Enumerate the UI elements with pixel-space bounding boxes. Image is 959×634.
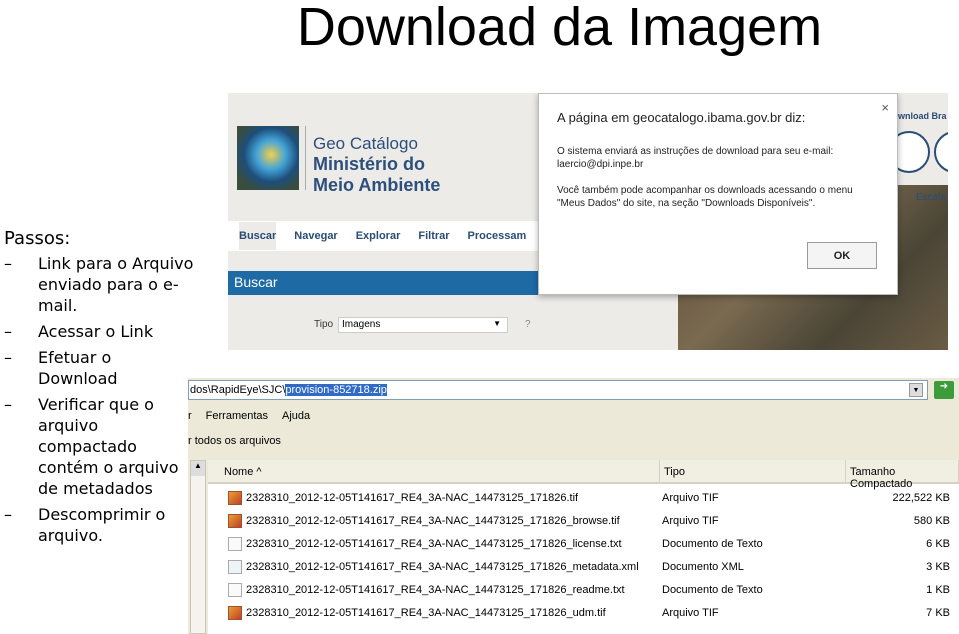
txt-file-icon [228,582,242,597]
step-item: Link para o Arquivo enviado para o e-mai… [4,253,194,316]
file-type: Arquivo TIF [662,514,719,527]
file-size: 3 KB [926,560,950,573]
step-item: Acessar o Link [4,321,194,342]
extract-all-button[interactable]: r todos os arquivos [188,435,281,447]
file-type: Documento de Texto [662,537,763,550]
tif-file-icon [228,605,242,620]
dialog-email: laercio@dpi.inpe.br [557,159,644,170]
tif-file-icon [228,513,242,528]
steps-heading: Passos: [4,228,71,249]
download-link[interactable]: wnload Bra [898,111,947,121]
go-icon[interactable]: ➜ [934,381,954,399]
file-type: Arquivo TIF [662,606,719,619]
file-explorer-screenshot: dos\RapidEye\SJC\provision-852718.zip ▼ … [188,378,959,634]
txt-file-icon [228,536,242,551]
close-icon[interactable]: × [881,100,889,115]
menu-item[interactable]: r [188,410,192,422]
path-selected: provision-852718.zip [285,384,387,396]
address-bar[interactable]: dos\RapidEye\SJC\provision-852718.zip ▼ [188,380,928,400]
step-item: Verificar que o arquivo compactado conté… [4,394,194,499]
file-name: 2328310_2012-12-05T141617_RE4_3A-NAC_144… [246,537,622,550]
geocatalogo-logo [237,126,299,190]
column-size[interactable]: Tamanho Compactado [846,460,959,490]
file-name-cell: 2328310_2012-12-05T141617_RE4_3A-NAC_144… [208,605,660,620]
geocatalogo-screenshot: Geo Catálogo Ministério do Meio Ambiente… [228,93,948,350]
file-size: 580 KB [913,514,950,527]
tipo-select[interactable]: Imagens [338,317,508,333]
menu-ajuda[interactable]: Ajuda [282,410,310,422]
file-size: 7 KB [926,606,950,619]
file-size: 1 KB [926,583,950,596]
dialog-title: A página em geocatalogo.ibama.gov.br diz… [557,110,806,125]
file-name: 2328310_2012-12-05T141617_RE4_3A-NAC_144… [246,514,620,527]
file-row[interactable]: 2328310_2012-12-05T141617_RE4_3A-NAC_144… [208,555,959,578]
file-row[interactable]: 2328310_2012-12-05T141617_RE4_3A-NAC_144… [208,532,959,555]
menu-bar: r Ferramentas Ajuda [188,410,310,422]
file-name: 2328310_2012-12-05T141617_RE4_3A-NAC_144… [246,491,579,504]
file-name-cell: 2328310_2012-12-05T141617_RE4_3A-NAC_144… [208,513,660,528]
tab-processamento[interactable]: Processam [468,230,527,242]
column-type[interactable]: Tipo [660,460,846,482]
ok-button[interactable]: OK [807,242,877,269]
chevron-down-icon[interactable]: ▼ [909,383,923,397]
help-icon[interactable]: ? [525,319,531,330]
step-item: Descomprimir o arquivo. [4,504,194,546]
file-name-cell: 2328310_2012-12-05T141617_RE4_3A-NAC_144… [208,490,660,505]
file-size: 222,522 KB [892,491,951,504]
tipo-label: Tipo [314,319,334,330]
file-row[interactable]: 2328310_2012-12-05T141617_RE4_3A-NAC_144… [208,578,959,601]
file-type: Documento de Texto [662,583,763,596]
tif-file-icon [228,490,242,505]
dialog-message: O sistema enviará as instruções de downl… [557,146,834,157]
brand-text: Geo Catálogo Ministério do Meio Ambiente [313,133,440,196]
brand-line: Meio Ambiente [313,175,441,195]
file-type: Documento XML [662,560,744,573]
tab-navegar[interactable]: Navegar [294,230,337,242]
steps-list: Passos: Link para o Arquivo enviado para… [4,228,194,551]
file-type: Arquivo TIF [662,491,719,504]
file-row[interactable]: 2328310_2012-12-05T141617_RE4_3A-NAC_144… [208,601,959,624]
tab-filtrar[interactable]: Filtrar [418,230,449,242]
scale-label: Escala [916,192,947,203]
column-name[interactable]: Nome ^ [208,460,660,482]
path-prefix: dos\RapidEye\SJC\ [190,384,286,396]
alert-dialog: × A página em geocatalogo.ibama.gov.br d… [538,93,898,295]
file-list: Nome ^ Tipo Tamanho Compactado 2328310_2… [208,460,959,634]
file-name: 2328310_2012-12-05T141617_RE4_3A-NAC_144… [246,583,625,596]
file-row[interactable]: 2328310_2012-12-05T141617_RE4_3A-NAC_144… [208,486,959,509]
file-size: 6 KB [926,537,950,550]
tab-buscar[interactable]: Buscar [239,222,277,250]
tab-explorar[interactable]: Explorar [356,230,401,242]
brand-line: Ministério do [313,154,425,174]
brand-line: Geo Catálogo [313,134,418,153]
dialog-message: Você também pode acompanhar os downloads… [557,185,853,209]
file-name-cell: 2328310_2012-12-05T141617_RE4_3A-NAC_144… [208,536,660,551]
menu-ferramentas[interactable]: Ferramentas [206,410,268,422]
xml-file-icon [228,559,242,574]
file-row[interactable]: 2328310_2012-12-05T141617_RE4_3A-NAC_144… [208,509,959,532]
slide-title: Download da Imagem [296,0,823,57]
file-name-cell: 2328310_2012-12-05T141617_RE4_3A-NAC_144… [208,559,660,574]
file-name: 2328310_2012-12-05T141617_RE4_3A-NAC_144… [246,606,606,619]
column-headers: Nome ^ Tipo Tamanho Compactado [208,460,959,490]
tool-icon[interactable] [934,131,948,173]
file-name-cell: 2328310_2012-12-05T141617_RE4_3A-NAC_144… [208,582,660,597]
file-name: 2328310_2012-12-05T141617_RE4_3A-NAC_144… [246,560,639,573]
scroll-up-icon[interactable]: ▲ [191,461,205,476]
step-item: Efetuar o Download [4,347,194,389]
scrollbar[interactable]: ▲ [190,460,206,634]
divider [305,126,306,190]
